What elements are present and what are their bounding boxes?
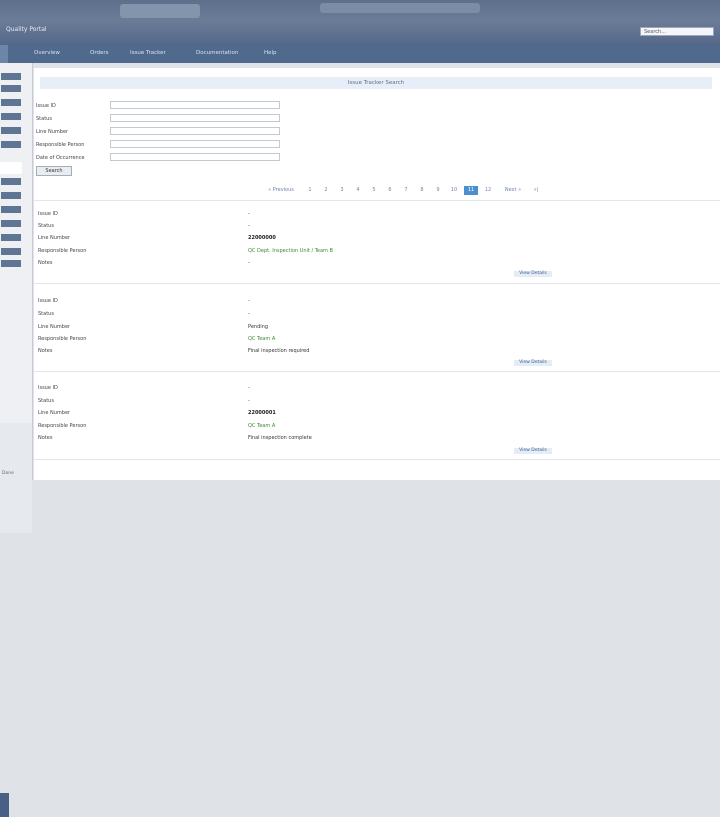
pagination: « Previous 1 2 3 4 5 6 7 8 9 10 11 12 Ne…: [264, 186, 554, 195]
record-value: -: [248, 223, 250, 229]
status-input[interactable]: [110, 114, 280, 122]
sidebar-item[interactable]: [1, 260, 21, 267]
sidebar-spacer: [0, 162, 22, 174]
pager-page[interactable]: 10: [448, 186, 460, 195]
line-number-input[interactable]: [110, 127, 280, 135]
form-label-line-number: Line Number: [36, 129, 69, 135]
record-label: Responsible Person: [38, 423, 87, 429]
record-label: Status: [38, 311, 54, 317]
record-label: Responsible Person: [38, 336, 87, 342]
record-value: -: [248, 398, 250, 404]
pager-page[interactable]: 3: [336, 186, 348, 195]
sidebar-item[interactable]: [1, 113, 21, 120]
pager-page[interactable]: 7: [400, 186, 412, 195]
form-label-status: Status: [36, 116, 52, 122]
date-input[interactable]: [110, 153, 280, 161]
record-value: Pending: [248, 324, 268, 330]
status-bar-text: Done: [2, 471, 14, 476]
record-value: -: [248, 260, 250, 266]
nav-item-orders[interactable]: Orders: [90, 50, 109, 56]
pager-prev[interactable]: « Previous: [264, 186, 298, 195]
section-divider: [34, 371, 720, 372]
nav-item-issue-tracker[interactable]: Issue Tracker: [130, 50, 166, 56]
global-search-input[interactable]: Search...: [640, 27, 714, 36]
record-label: Notes: [38, 348, 53, 354]
record-value: -: [248, 385, 250, 391]
record-label: Status: [38, 398, 54, 404]
left-sidebar: Done: [0, 63, 33, 817]
nav-item-documentation[interactable]: Documentation: [196, 50, 238, 56]
sidebar-item[interactable]: [1, 99, 21, 106]
page-title: Issue Tracker Search: [40, 77, 712, 89]
record-label: Responsible Person: [38, 248, 87, 254]
nav-item-overview[interactable]: Overview: [34, 50, 60, 56]
top-banner: Quality Portal Search...: [0, 0, 720, 45]
record-label: Notes: [38, 260, 53, 266]
section-divider: [34, 200, 720, 201]
record-label: Status: [38, 223, 54, 229]
record-label: Notes: [38, 435, 53, 441]
sidebar-item[interactable]: [1, 248, 21, 255]
pager-page[interactable]: 8: [416, 186, 428, 195]
sidebar-item[interactable]: [1, 192, 21, 199]
sidebar-item[interactable]: [1, 141, 21, 148]
record-label: Line Number: [38, 410, 71, 416]
sidebar-item[interactable]: [1, 85, 21, 92]
view-details-link[interactable]: View Details: [514, 448, 552, 454]
record-value: QC Dept. Inspection Unit / Team B: [248, 248, 333, 254]
record-value: QC Team A: [248, 336, 276, 342]
banner-decoration: [120, 4, 200, 18]
sidebar-lower-panel: [0, 423, 32, 817]
sidebar-item[interactable]: [1, 73, 21, 80]
sidebar-indicator: [0, 793, 9, 817]
sidebar-item[interactable]: [1, 178, 21, 185]
banner-decoration: [320, 3, 480, 13]
record-value: -: [248, 298, 250, 304]
record-value: Final inspection required: [248, 348, 310, 354]
pager-next[interactable]: Next »: [498, 186, 528, 195]
sidebar-item[interactable]: [1, 127, 21, 134]
sidebar-item[interactable]: [1, 220, 21, 227]
issue-id-input[interactable]: [110, 101, 280, 109]
home-icon[interactable]: [0, 45, 8, 63]
pager-last[interactable]: »|: [530, 186, 542, 195]
record-label: Line Number: [38, 235, 71, 241]
pager-page[interactable]: 5: [368, 186, 380, 195]
pager-page[interactable]: 12: [482, 186, 494, 195]
search-button[interactable]: Search: [36, 166, 72, 176]
record-value: Final inspection complete: [248, 435, 312, 441]
record-value: 22000000: [248, 235, 276, 241]
view-details-link[interactable]: View Details: [514, 271, 552, 277]
pager-current-page[interactable]: 11: [464, 186, 478, 195]
site-logo-text[interactable]: Quality Portal: [6, 26, 47, 33]
record-label: Issue ID: [38, 211, 58, 217]
record-label: Issue ID: [38, 385, 58, 391]
record-value: -: [248, 211, 250, 217]
form-label-date: Date of Occurrence: [36, 155, 85, 161]
record-value: -: [248, 311, 250, 317]
form-label-issue-id: Issue ID: [36, 103, 56, 109]
form-label-responsible: Responsible Person: [36, 142, 85, 148]
record-value: QC Team A: [248, 423, 276, 429]
pager-page[interactable]: 4: [352, 186, 364, 195]
section-divider: [34, 283, 720, 284]
pager-page[interactable]: 2: [320, 186, 332, 195]
nav-item-help[interactable]: Help: [264, 50, 277, 56]
record-value: 22000001: [248, 410, 276, 416]
sidebar-item[interactable]: [1, 234, 21, 241]
section-divider: [34, 459, 720, 460]
pager-page[interactable]: 6: [384, 186, 396, 195]
pager-page[interactable]: 9: [432, 186, 444, 195]
pager-page[interactable]: 1: [304, 186, 316, 195]
sidebar-item[interactable]: [1, 206, 21, 213]
responsible-person-input[interactable]: [110, 140, 280, 148]
record-label: Issue ID: [38, 298, 58, 304]
main-panel: Issue Tracker Search Issue ID Status Lin…: [34, 68, 720, 480]
main-nav: Overview Orders Issue Tracker Documentat…: [0, 45, 720, 63]
record-label: Line Number: [38, 324, 71, 330]
view-details-link[interactable]: View Details: [514, 360, 552, 366]
